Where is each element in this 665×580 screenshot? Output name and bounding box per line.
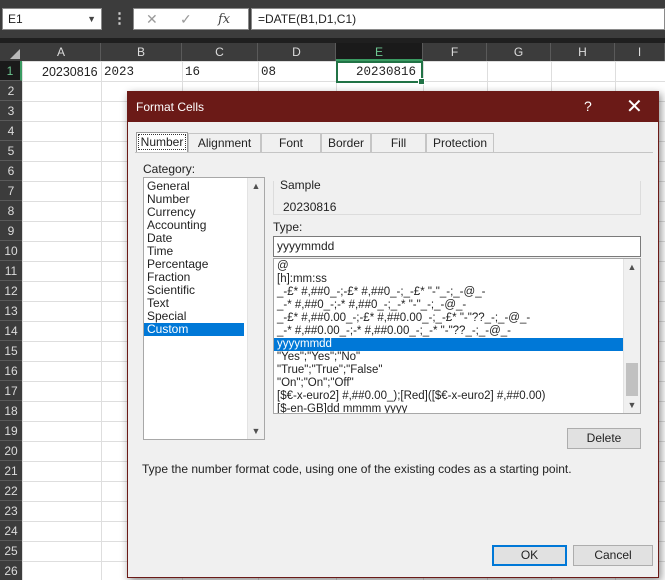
cancel-icon[interactable]: ✕	[146, 11, 158, 28]
row-header-6[interactable]: 6	[0, 161, 22, 181]
tab-fill[interactable]: Fill	[371, 133, 426, 152]
format-code-item[interactable]: _-£* #,##0_-;-£* #,##0_-;_-£* "-"_-;_-@_…	[274, 286, 623, 299]
cell-d1[interactable]: 08	[261, 62, 276, 82]
row-header-3[interactable]: 3	[0, 101, 22, 121]
column-header-i[interactable]: I	[615, 43, 665, 61]
name-box[interactable]: E1 ▼	[2, 8, 102, 30]
more-options-icon[interactable]: ⋮	[112, 9, 127, 27]
format-code-item[interactable]: _-* #,##0_-;-* #,##0_-;_-* "-"_-;_-@_-	[274, 299, 623, 312]
type-label: Type:	[273, 220, 303, 234]
help-icon[interactable]: ?	[584, 98, 592, 114]
column-header-f[interactable]: F	[423, 43, 487, 61]
column-header-h[interactable]: H	[551, 43, 615, 61]
row-header-25[interactable]: 25	[0, 541, 22, 561]
column-header-c[interactable]: C	[182, 43, 258, 61]
format-code-item[interactable]: _-* #,##0.00_-;-* #,##0.00_-;_-* "-"??_-…	[274, 325, 623, 338]
row-header-21[interactable]: 21	[0, 461, 22, 481]
tab-number[interactable]: Number	[136, 132, 188, 153]
dialog-title: Format Cells	[136, 100, 205, 114]
scroll-down-icon[interactable]: ▼	[624, 397, 640, 413]
format-code-item[interactable]: "Yes";"Yes";"No"	[274, 351, 623, 364]
ok-button[interactable]: OK	[492, 545, 567, 566]
category-scrollbar[interactable]: ▲ ▼	[247, 178, 264, 439]
row-header-13[interactable]: 13	[0, 301, 22, 321]
category-list[interactable]: General Number Currency Accounting Date Time P…	[143, 177, 265, 440]
format-list-scrollbar[interactable]: ▲ ▼	[623, 259, 640, 413]
row-header-26[interactable]: 26	[0, 561, 22, 580]
tab-font[interactable]: Font	[261, 133, 321, 152]
insert-function-icon[interactable]: fx	[218, 12, 230, 27]
category-label: Category:	[143, 162, 196, 176]
row-header-12[interactable]: 12	[0, 281, 22, 301]
check-icon[interactable]: ✓	[180, 11, 192, 28]
row-header-9[interactable]: 9	[0, 221, 22, 241]
row-header-11[interactable]: 11	[0, 261, 22, 281]
column-header-a[interactable]: A	[22, 43, 101, 61]
delete-button[interactable]: Delete	[567, 428, 641, 449]
row-header-5[interactable]: 5	[0, 141, 22, 161]
row-header-8[interactable]: 8	[0, 201, 22, 221]
tab-number-label: Number	[137, 134, 187, 150]
tab-alignment[interactable]: Alignment	[188, 133, 261, 152]
row-header-15[interactable]: 15	[0, 341, 22, 361]
format-code-item[interactable]: @	[274, 260, 623, 273]
scroll-down-icon[interactable]: ▼	[248, 423, 264, 439]
row-header-18[interactable]: 18	[0, 401, 22, 421]
select-all-corner[interactable]	[0, 43, 22, 61]
hint-text: Type the number format code, using one o…	[142, 462, 572, 476]
row-header-20[interactable]: 20	[0, 441, 22, 461]
active-cell-outline	[336, 61, 425, 85]
close-icon[interactable]: ✕	[626, 94, 643, 119]
format-code-item[interactable]: [$-en-GB]dd mmmm yyyy	[274, 403, 623, 413]
cell-a1[interactable]: 20230816	[42, 62, 98, 82]
row-header-17[interactable]: 17	[0, 381, 22, 401]
row-header-24[interactable]: 24	[0, 521, 22, 541]
format-code-item[interactable]: yyyymmdd	[274, 338, 623, 351]
row-header-7[interactable]: 7	[0, 181, 22, 201]
formula-input[interactable]: =DATE(B1,D1,C1)	[251, 8, 665, 30]
row-header-16[interactable]: 16	[0, 361, 22, 381]
scroll-up-icon[interactable]: ▲	[624, 259, 640, 275]
category-item-custom[interactable]: Custom	[144, 323, 244, 336]
type-input[interactable]: yyyymmdd	[273, 236, 641, 257]
row-header-1[interactable]: 1	[0, 61, 22, 81]
scroll-up-icon[interactable]: ▲	[248, 178, 264, 194]
column-header-e[interactable]: E	[336, 43, 423, 61]
row-header-22[interactable]: 22	[0, 481, 22, 501]
tab-border[interactable]: Border	[321, 133, 371, 152]
sample-value: 20230816	[283, 200, 337, 214]
row-header-23[interactable]: 23	[0, 501, 22, 521]
format-code-item[interactable]: [h]:mm:ss	[274, 273, 623, 286]
row-header-14[interactable]: 14	[0, 321, 22, 341]
chevron-down-icon[interactable]: ▼	[87, 9, 96, 29]
format-code-item[interactable]: "On";"On";"Off"	[274, 377, 623, 390]
column-header-b[interactable]: B	[101, 43, 182, 61]
row-header-2[interactable]: 2	[0, 81, 22, 101]
dialog-title-bar[interactable]: Format Cells ? ✕	[128, 92, 658, 122]
row-header-19[interactable]: 19	[0, 421, 22, 441]
format-code-list[interactable]: @ [h]:mm:ss _-£* #,##0_-;-£* #,##0_-;_-£* …	[273, 258, 641, 414]
tab-protection[interactable]: Protection	[426, 133, 494, 152]
format-cells-dialog: Format Cells ? ✕ Number Alignment Font B…	[127, 91, 659, 578]
format-code-item[interactable]: _-£* #,##0.00_-;-£* #,##0.00_-;_-£* "-"?…	[274, 312, 623, 325]
scrollbar-thumb[interactable]	[626, 363, 638, 396]
formula-bar: E1 ▼ ⋮ ✕ ✓ fx =DATE(B1,D1,C1)	[0, 0, 665, 38]
cell-b1[interactable]: 2023	[104, 62, 134, 82]
row-header-4[interactable]: 4	[0, 121, 22, 141]
column-header-g[interactable]: G	[487, 43, 551, 61]
format-code-item[interactable]: "True";"True";"False"	[274, 364, 623, 377]
name-box-value: E1	[8, 12, 23, 26]
formula-buttons: ✕ ✓ fx	[133, 8, 249, 30]
format-code-item[interactable]: [$€-x-euro2] #,##0.00_);[Red]([$€-x-euro…	[274, 390, 623, 403]
column-header-d[interactable]: D	[258, 43, 336, 61]
cell-c1[interactable]: 16	[185, 62, 200, 82]
cancel-button[interactable]: Cancel	[573, 545, 653, 566]
row-header-10[interactable]: 10	[0, 241, 22, 261]
